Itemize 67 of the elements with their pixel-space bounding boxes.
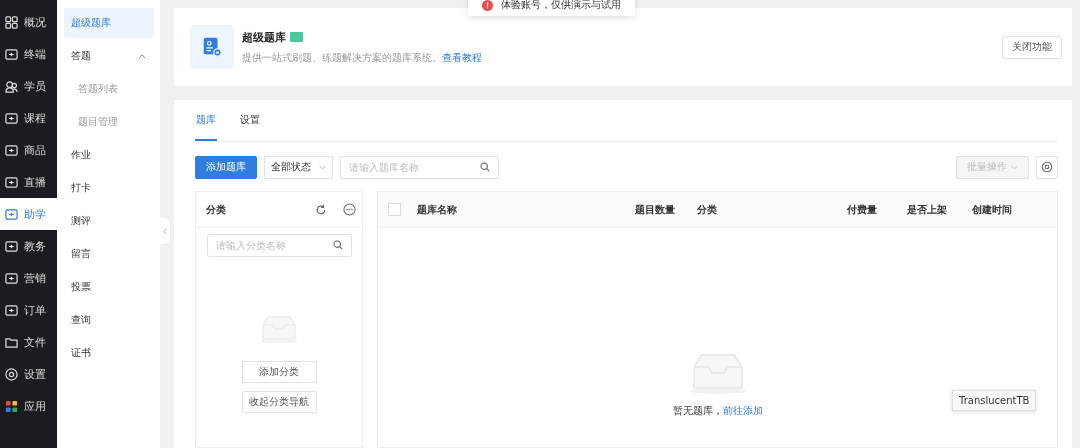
tooltip: TranslucentTB: [952, 390, 1037, 411]
submenu-item[interactable]: 答题: [64, 41, 154, 71]
menu-item-icon: [5, 111, 18, 125]
empty-inbox-icon: [687, 352, 748, 394]
submenu-item[interactable]: 留言: [64, 239, 154, 269]
select-all-checkbox[interactable]: [388, 203, 401, 216]
submenu-item[interactable]: 查询: [64, 305, 154, 335]
menu-item-icon: [5, 207, 18, 221]
tab[interactable]: 题库: [195, 100, 217, 141]
menu-item-icon: [5, 239, 18, 253]
collapse-handle[interactable]: [160, 218, 170, 244]
submenu-item[interactable]: 作业: [64, 140, 154, 170]
caret-icon[interactable]: [138, 53, 146, 59]
nav-item[interactable]: 文件: [0, 326, 57, 358]
submenu-item[interactable]: 证书: [64, 338, 154, 368]
tab[interactable]: 设置: [239, 100, 261, 141]
settings-icon: [5, 367, 18, 381]
nav-item[interactable]: 学员: [0, 70, 57, 102]
panel-button[interactable]: 添加分类: [241, 361, 317, 383]
panel-button[interactable]: 收起分类导航: [241, 391, 317, 413]
nav-item[interactable]: 课程: [0, 102, 57, 134]
nav-item[interactable]: 订单: [0, 294, 57, 326]
status-dropdown[interactable]: 全部状态: [264, 155, 333, 179]
settings-icon[interactable]: [1041, 161, 1053, 173]
panel-title: 分类: [206, 202, 227, 217]
menu-item-icon: [5, 15, 18, 29]
menu-item-icon: [5, 47, 18, 61]
empty-inbox-icon: [259, 315, 299, 343]
column-header: 创建时间: [971, 202, 1013, 217]
page-title: 超级题库: [242, 29, 286, 45]
add-bank-button[interactable]: 添加题库: [195, 155, 257, 179]
nav-item[interactable]: 营销: [0, 262, 57, 294]
nav-item[interactable]: 设置: [0, 358, 57, 390]
nav-item[interactable]: 终端: [0, 38, 57, 70]
menu-item-icon: [5, 271, 18, 285]
submenu-item[interactable]: 测评: [64, 206, 154, 236]
column-header: 是否上架: [906, 202, 948, 217]
search-icon[interactable]: [480, 161, 490, 172]
column-header: 题目数量: [634, 202, 676, 217]
nav-item[interactable]: 商品: [0, 134, 57, 166]
disable-feature-button[interactable]: 关闭功能: [1002, 35, 1062, 59]
settings-button[interactable]: [1036, 155, 1058, 179]
app-logo-icon: [190, 25, 234, 69]
more-icon[interactable]: [343, 203, 356, 216]
column-header: 付费量: [846, 202, 878, 217]
column-header: 题库名称: [417, 202, 458, 217]
apps-icon: [5, 399, 18, 413]
submenu-item[interactable]: 投票: [64, 272, 154, 302]
toast-text: 体验账号，仅供演示与试用: [501, 0, 621, 12]
submenu-item[interactable]: 打卡: [64, 173, 154, 203]
search-icon[interactable]: [332, 240, 343, 250]
folder-icon: [5, 335, 18, 349]
submenu-item[interactable]: 超级题库: [64, 8, 154, 38]
nav-item[interactable]: 应用: [0, 390, 57, 422]
nav-item[interactable]: 直播: [0, 166, 57, 198]
column-header: 分类: [696, 202, 718, 217]
nav-item[interactable]: 概况: [0, 6, 57, 38]
nav-item[interactable]: 助学: [0, 198, 57, 230]
refresh-icon[interactable]: [315, 203, 327, 216]
empty-message: 暂无题库，前往添加: [672, 404, 763, 418]
nav-item[interactable]: 教务: [0, 230, 57, 262]
menu-item-icon: [5, 303, 18, 317]
menu-item-icon: [5, 79, 18, 93]
menu-item-icon: [5, 175, 18, 189]
menu-item-icon: [5, 143, 18, 157]
tutorial-link[interactable]: 查看教程: [442, 51, 482, 63]
add-link[interactable]: 前往添加: [722, 405, 763, 416]
